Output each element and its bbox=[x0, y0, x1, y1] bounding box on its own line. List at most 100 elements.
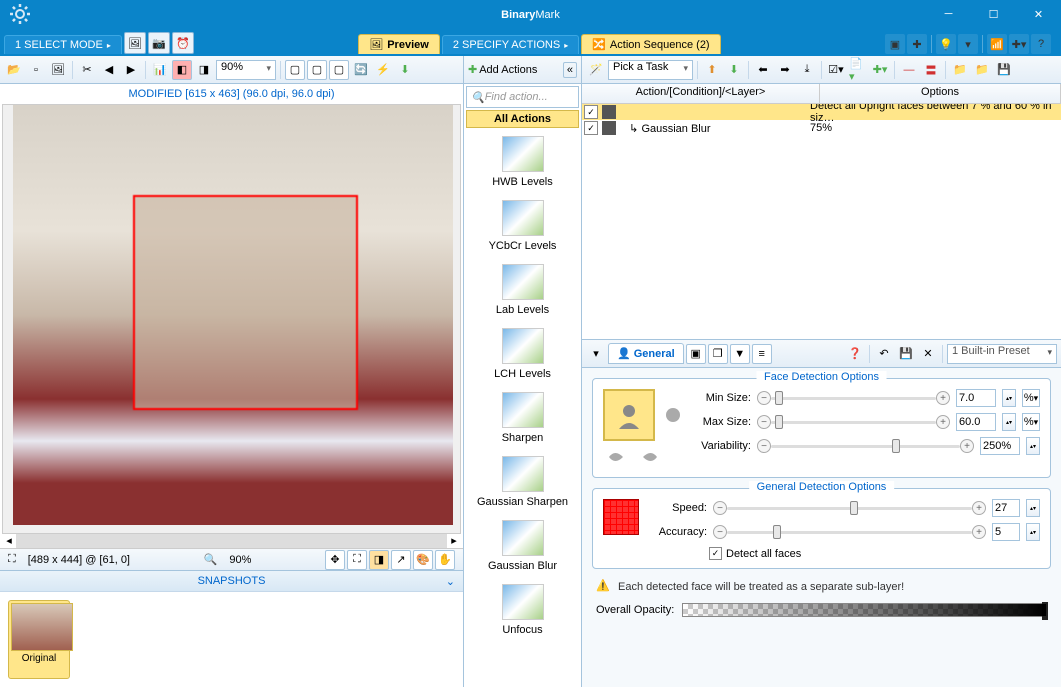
rib-icon-flag[interactable]: ▾ bbox=[958, 34, 978, 54]
zoom-select[interactable]: 90% bbox=[216, 60, 276, 80]
action-item[interactable]: Gaussian Blur bbox=[468, 520, 577, 572]
variability-input[interactable]: 250% bbox=[980, 437, 1020, 455]
opt-eq-icon[interactable]: ≡ bbox=[752, 344, 772, 364]
down-icon[interactable]: ⬇ bbox=[724, 60, 744, 80]
pic-icon[interactable]: 🖼 bbox=[48, 60, 68, 80]
add2-icon[interactable]: ✚▾ bbox=[870, 60, 890, 80]
bolt-icon[interactable]: ⚡ bbox=[373, 60, 393, 80]
face-profile-l-icon[interactable] bbox=[603, 445, 631, 469]
action-item[interactable]: YCbCr Levels bbox=[468, 200, 577, 252]
del-icon[interactable]: ✕ bbox=[918, 344, 938, 364]
sequence-row[interactable]: ✓Detect all Upright faces between 7 % an… bbox=[582, 104, 1061, 120]
minimize-button[interactable]: ─ bbox=[926, 0, 971, 28]
variability-slider[interactable]: −+ bbox=[757, 437, 974, 455]
maximize-button[interactable]: ☐ bbox=[971, 0, 1016, 28]
close-button[interactable]: ✕ bbox=[1016, 0, 1061, 28]
image-view[interactable] bbox=[2, 104, 461, 534]
sequence-list[interactable]: ✓Detect all Upright faces between 7 % an… bbox=[582, 104, 1061, 339]
status-btn-1[interactable]: ✥ bbox=[325, 550, 345, 570]
right-icon[interactable]: ➡ bbox=[775, 60, 795, 80]
help-icon[interactable]: ❓ bbox=[845, 344, 865, 364]
snapshots-header[interactable]: SNAPSHOTS⌄ bbox=[0, 571, 463, 592]
ribbon-tool-clock[interactable]: ⏰ bbox=[172, 32, 194, 54]
face-rotate-icon[interactable] bbox=[661, 403, 685, 427]
action-item[interactable]: LCH Levels bbox=[468, 328, 577, 380]
save-icon[interactable]: 💾 bbox=[994, 60, 1014, 80]
mode-b-icon[interactable]: ◨ bbox=[194, 60, 214, 80]
face-upright-icon[interactable] bbox=[603, 389, 655, 441]
accuracy-spin[interactable]: ▴▾ bbox=[1026, 523, 1040, 541]
row-checkbox[interactable]: ✓ bbox=[584, 121, 598, 135]
speed-slider[interactable]: −+ bbox=[713, 499, 986, 517]
tab-select-mode[interactable]: 1 SELECT MODE ▸ bbox=[4, 35, 122, 54]
opt-layers-icon[interactable]: ❐ bbox=[708, 344, 728, 364]
left-icon[interactable]: ⬅ bbox=[753, 60, 773, 80]
folder-add-icon[interactable]: 📁 bbox=[972, 60, 992, 80]
square-b[interactable]: ▢ bbox=[307, 60, 327, 80]
opt-sq-icon[interactable]: ▣ bbox=[686, 344, 706, 364]
rib-icon-1[interactable]: ▣ bbox=[885, 34, 905, 54]
back-icon[interactable]: ◀ bbox=[99, 60, 119, 80]
up-icon[interactable]: ⬆ bbox=[702, 60, 722, 80]
tab-preview[interactable]: 🖼 Preview bbox=[358, 34, 440, 54]
max-size-pct[interactable]: %▾ bbox=[1022, 413, 1040, 431]
status-btn-2[interactable]: ⛶ bbox=[347, 550, 367, 570]
open-icon[interactable]: 📂 bbox=[4, 60, 24, 80]
opt-collapse[interactable]: ▾ bbox=[586, 344, 606, 364]
row-checkbox[interactable]: ✓ bbox=[584, 105, 598, 119]
tab-general[interactable]: 👤 General bbox=[608, 343, 684, 364]
action-item[interactable]: HWB Levels bbox=[468, 136, 577, 188]
opacity-slider[interactable] bbox=[682, 603, 1047, 617]
rib-icon-help[interactable]: ? bbox=[1031, 34, 1051, 54]
status-btn-3[interactable]: ◨ bbox=[369, 550, 389, 570]
chart-icon[interactable]: 📊 bbox=[150, 60, 170, 80]
face-profile-r-icon[interactable] bbox=[635, 445, 663, 469]
col-options[interactable]: Options bbox=[820, 84, 1061, 103]
rib-icon-plus[interactable]: ✚▾ bbox=[1009, 34, 1029, 54]
new-icon[interactable]: ▫ bbox=[26, 60, 46, 80]
rib-icon-bulb[interactable]: 💡 bbox=[936, 34, 956, 54]
detect-all-checkbox[interactable]: ✓ bbox=[709, 547, 722, 560]
tab-specify-actions[interactable]: 2 SPECIFY ACTIONS ▸ bbox=[442, 35, 579, 54]
status-btn-6[interactable]: ✋ bbox=[435, 550, 455, 570]
min-size-input[interactable]: 7.0 bbox=[956, 389, 996, 407]
snapshot-item[interactable]: Original bbox=[8, 600, 70, 679]
minus-icon[interactable]: — bbox=[899, 60, 919, 80]
speed-spin[interactable]: ▴▾ bbox=[1026, 499, 1040, 517]
all-actions-header[interactable]: All Actions bbox=[466, 110, 579, 128]
min-size-pct[interactable]: %▾ bbox=[1022, 389, 1040, 407]
action-list[interactable]: HWB Levels YCbCr Levels Lab Levels LCH Leve… bbox=[464, 132, 581, 687]
preset-select[interactable]: 1 Built-in Preset bbox=[947, 344, 1057, 364]
square-c[interactable]: ▢ bbox=[329, 60, 349, 80]
grid-icon[interactable] bbox=[603, 499, 639, 535]
rib-icon-wifi[interactable]: 📶 bbox=[987, 34, 1007, 54]
tab-action-sequence[interactable]: 🔀 Action Sequence (2) bbox=[581, 34, 720, 54]
save2-icon[interactable]: 💾 bbox=[896, 344, 916, 364]
max-size-slider[interactable]: −+ bbox=[757, 413, 950, 431]
square-a[interactable]: ▢ bbox=[285, 60, 305, 80]
minus2-icon[interactable]: 〓 bbox=[921, 60, 941, 80]
opt-filter-icon[interactable]: ▼ bbox=[730, 344, 750, 364]
check-icon[interactable]: ☑▾ bbox=[826, 60, 846, 80]
max-size-input[interactable]: 60.0 bbox=[956, 413, 996, 431]
undo-icon[interactable]: ↶ bbox=[874, 344, 894, 364]
mode-a-icon[interactable]: ◧ bbox=[172, 60, 192, 80]
action-item[interactable]: Gaussian Sharpen bbox=[468, 456, 577, 508]
seq-wand-icon[interactable]: 🪄 bbox=[586, 60, 606, 80]
action-item[interactable]: Lab Levels bbox=[468, 264, 577, 316]
cut-icon[interactable]: ✂ bbox=[77, 60, 97, 80]
fwd-icon[interactable]: ▶ bbox=[121, 60, 141, 80]
status-btn-4[interactable]: ↗ bbox=[391, 550, 411, 570]
accuracy-input[interactable]: 5 bbox=[992, 523, 1020, 541]
sequence-row[interactable]: ✓ ↳ Gaussian Blur75% bbox=[582, 120, 1061, 136]
max-size-spin[interactable]: ▴▾ bbox=[1002, 413, 1016, 431]
speed-input[interactable]: 27 bbox=[992, 499, 1020, 517]
ribbon-tool-camera[interactable]: 📷 bbox=[148, 32, 170, 54]
last-icon[interactable]: ⤓ bbox=[797, 60, 817, 80]
settings-gear-icon[interactable] bbox=[6, 0, 34, 28]
down-arrow-icon[interactable]: ⬇ bbox=[395, 60, 415, 80]
min-size-slider[interactable]: −+ bbox=[757, 389, 950, 407]
status-btn-5[interactable]: 🎨 bbox=[413, 550, 433, 570]
add-green-icon[interactable]: 📄▾ bbox=[848, 60, 868, 80]
min-size-spin[interactable]: ▴▾ bbox=[1002, 389, 1016, 407]
